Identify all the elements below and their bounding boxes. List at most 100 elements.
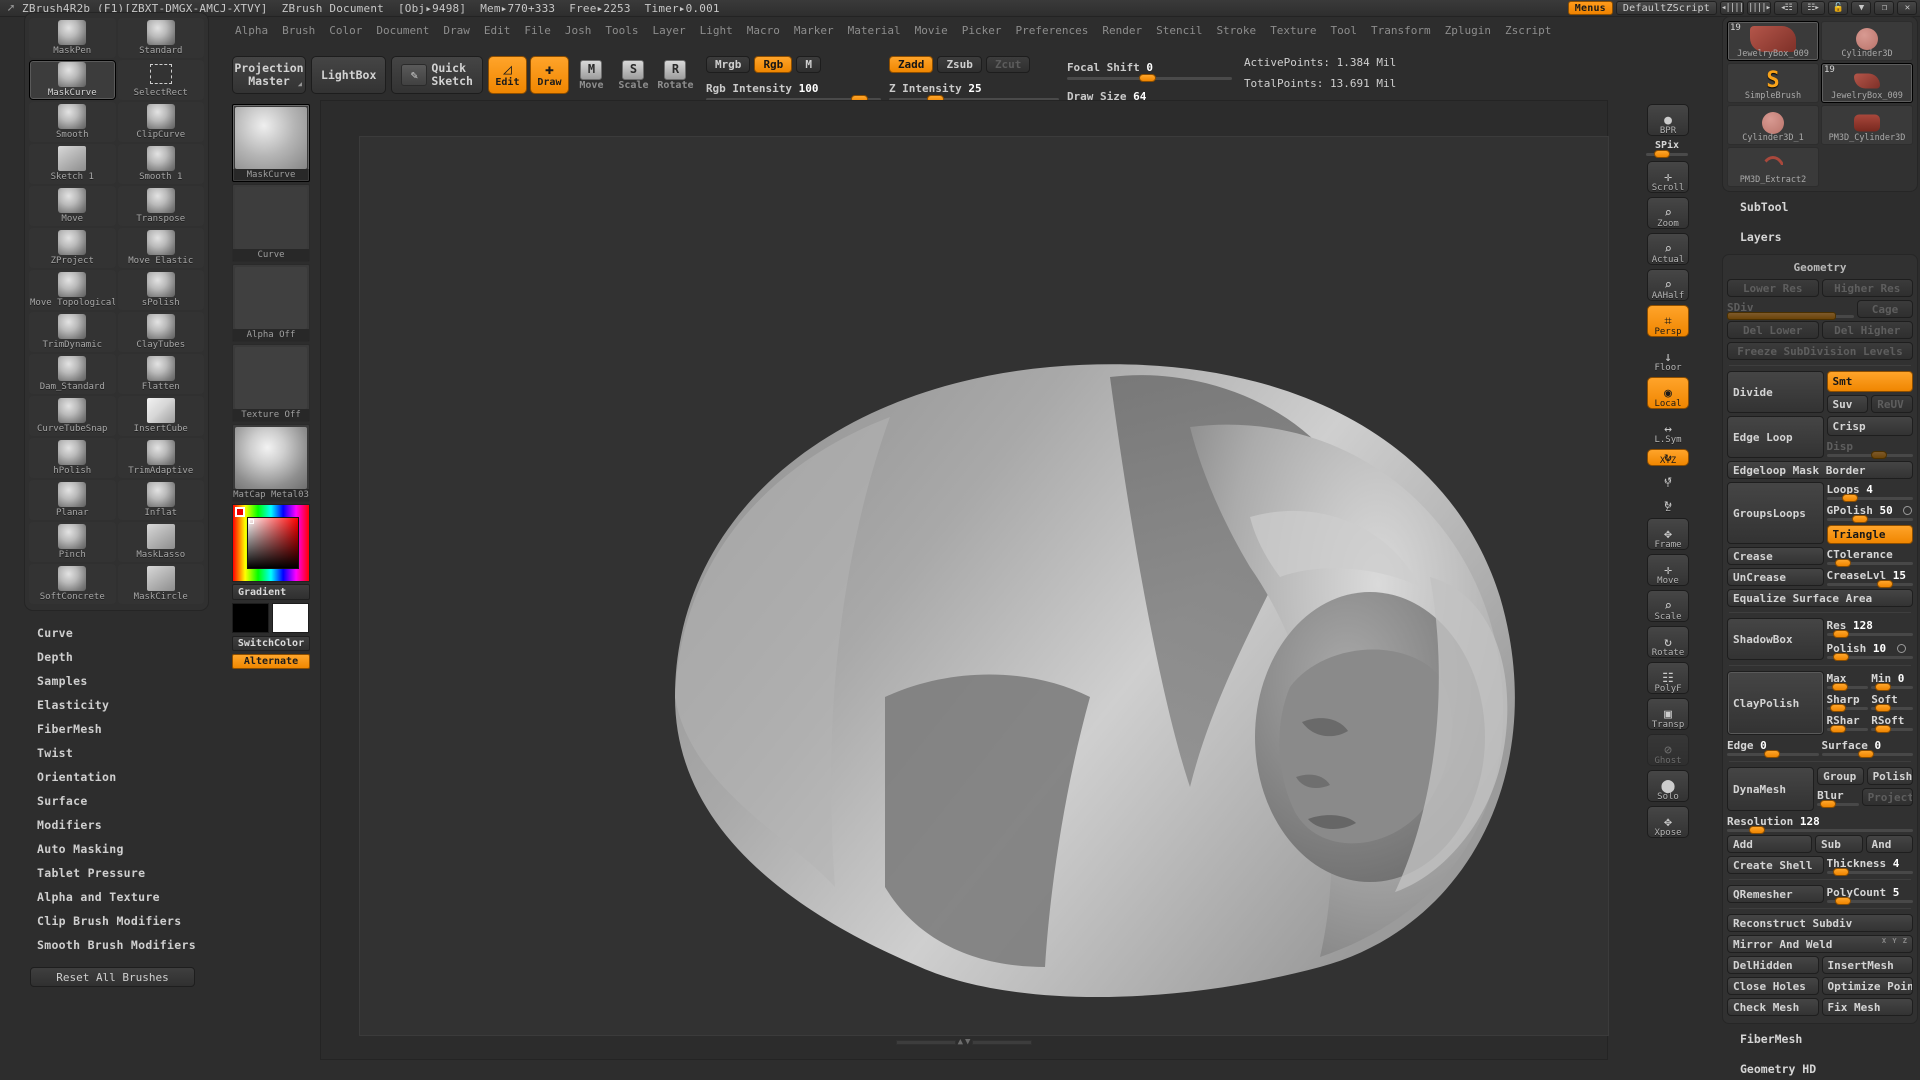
primary-color-swatch[interactable]: [232, 603, 269, 633]
vbar-item-bpr[interactable]: ● BPR: [1646, 104, 1690, 136]
disp-knob[interactable]: [1871, 451, 1888, 459]
soft-knob[interactable]: [1874, 704, 1891, 712]
loops-slider[interactable]: Loops 4: [1826, 482, 1913, 502]
creaselvl-knob[interactable]: [1876, 580, 1893, 588]
brush-menu-elasticity[interactable]: Elasticity: [29, 693, 209, 717]
menu-item-tools[interactable]: Tools: [598, 23, 645, 38]
blur-track[interactable]: [1817, 800, 1859, 808]
insertmesh-button[interactable]: InsertMesh: [1821, 956, 1913, 974]
thickness-track[interactable]: [1826, 868, 1913, 876]
menu-item-preferences[interactable]: Preferences: [1008, 23, 1095, 38]
tool-simplebrush[interactable]: S SimpleBrush: [1727, 63, 1819, 103]
brush-menu-curve[interactable]: Curve: [29, 621, 209, 645]
brush-inflat[interactable]: Inflat: [117, 480, 204, 520]
polish-slider[interactable]: Polish 10: [1826, 641, 1913, 661]
brush-smooth[interactable]: Smooth: [29, 102, 116, 142]
sub-button[interactable]: Sub: [1815, 835, 1863, 853]
section-layers[interactable]: Layers: [1722, 222, 1918, 252]
menu-item-stencil[interactable]: Stencil: [1149, 23, 1209, 38]
vbar-item-ghost[interactable]: ⊘ Ghost: [1646, 734, 1690, 766]
menu-item-document[interactable]: Document: [369, 23, 436, 38]
vbar-item-l-sym[interactable]: ↔ L.Sym: [1646, 413, 1690, 446]
menu-item-brush[interactable]: Brush: [275, 23, 322, 38]
brush-dam-standard[interactable]: Dam_Standard: [29, 354, 116, 394]
sdiv-slider[interactable]: SDiv: [1727, 300, 1854, 320]
add-button[interactable]: Add: [1727, 835, 1812, 853]
rsoft-knob[interactable]: [1874, 725, 1891, 733]
brush-maskcircle[interactable]: MaskCircle: [117, 564, 204, 604]
menu-item-layer[interactable]: Layer: [645, 23, 692, 38]
menu-item-macro[interactable]: Macro: [740, 23, 787, 38]
color-picker-inner-handle[interactable]: [249, 519, 254, 524]
canvas-bottom-nav[interactable]: ▲ ▼: [321, 1037, 1607, 1047]
section-subtool[interactable]: SubTool: [1722, 192, 1918, 222]
ctolerance-track[interactable]: [1826, 559, 1913, 567]
polish-knob[interactable]: [1833, 652, 1850, 661]
brush-standard[interactable]: Standard: [117, 18, 204, 58]
brush-spolish[interactable]: sPolish: [117, 270, 204, 310]
higher-res-button[interactable]: Higher Res: [1821, 279, 1913, 297]
project-button[interactable]: Project: [1861, 788, 1913, 806]
res-track[interactable]: [1826, 630, 1913, 638]
dynamesh-button[interactable]: DynaMesh: [1727, 767, 1815, 811]
vbar-item-move[interactable]: ✛ Move: [1646, 554, 1690, 586]
menu-item-josh[interactable]: Josh: [558, 23, 599, 38]
create-shell-button[interactable]: Create Shell: [1727, 856, 1824, 874]
brush-claytubes[interactable]: ClayTubes: [117, 312, 204, 352]
spix-slider[interactable]: SPix: [1646, 140, 1688, 158]
brush-clipcurve[interactable]: ClipCurve: [117, 102, 204, 142]
max-slider[interactable]: Max: [1826, 671, 1869, 691]
vbar-item-local[interactable]: ◉ Local: [1646, 377, 1690, 409]
brush-smooth-1[interactable]: Smooth 1: [117, 144, 204, 184]
vbar-item-rotate[interactable]: ↻ Rotate: [1646, 626, 1690, 658]
gradient-button[interactable]: Gradient: [232, 584, 310, 600]
scale-mode-button[interactable]: S Scale: [614, 56, 653, 94]
tool-cylinder3d-1[interactable]: Cylinder3D_1: [1727, 105, 1819, 145]
caret-down-icon[interactable]: ▼: [965, 1037, 970, 1047]
brush-menu-orientation[interactable]: Orientation: [29, 765, 209, 789]
brush-menu-alpha-and-texture[interactable]: Alpha and Texture: [29, 885, 209, 909]
polycount-knob[interactable]: [1835, 897, 1852, 905]
lower-res-button[interactable]: Lower Res: [1727, 279, 1819, 297]
vbar-item-actual[interactable]: ⌕ Actual: [1646, 233, 1690, 265]
brush-transpose[interactable]: Transpose: [117, 186, 204, 226]
creaselvl-slider[interactable]: CreaseLvl 15: [1826, 568, 1913, 588]
vbar-item-polyf[interactable]: ☷ PolyF: [1646, 662, 1690, 694]
zcut-button[interactable]: Zcut: [985, 56, 1031, 73]
resolution-knob[interactable]: [1749, 826, 1766, 834]
color-picker-handle[interactable]: [235, 507, 245, 517]
mirror-and-weld-button[interactable]: Mirror And Weld X Y Z: [1727, 935, 1913, 953]
and-button[interactable]: And: [1865, 835, 1913, 853]
reconstruct-subdiv-button[interactable]: Reconstruct Subdiv: [1727, 914, 1913, 932]
scroll-right-icon[interactable]: ||||▸: [1747, 1, 1771, 15]
rgb-button[interactable]: Rgb: [754, 56, 793, 73]
menu-item-texture[interactable]: Texture: [1263, 23, 1323, 38]
rsoft-track[interactable]: [1871, 725, 1913, 733]
brush-menu-depth[interactable]: Depth: [29, 645, 209, 669]
tool-pm3d-cylinder3d[interactable]: PM3D_Cylinder3D: [1821, 105, 1913, 145]
shadowbox-button[interactable]: ShadowBox: [1727, 618, 1824, 660]
rsoft-slider[interactable]: RSoft: [1871, 713, 1913, 733]
brush-planar[interactable]: Planar: [29, 480, 116, 520]
mrgb-button[interactable]: Mrgb: [705, 56, 751, 73]
viewport-canvas[interactable]: [359, 136, 1609, 1036]
resolution-track[interactable]: [1727, 826, 1913, 834]
crease-button[interactable]: Crease: [1727, 547, 1824, 565]
brush-trimdynamic[interactable]: TrimDynamic: [29, 312, 116, 352]
brush-menu-fibermesh[interactable]: FiberMesh: [29, 717, 209, 741]
del-higher-button[interactable]: Del Higher: [1821, 321, 1913, 339]
switch-color-button[interactable]: SwitchColor: [232, 636, 310, 651]
shelf-empty[interactable]: Texture Off: [232, 344, 310, 422]
vbar-item-scale[interactable]: ⌕ Scale: [1646, 590, 1690, 622]
rotate-mode-button[interactable]: R Rotate: [656, 56, 695, 94]
canvas-scroll-left[interactable]: [895, 1039, 956, 1045]
surface-slider[interactable]: Surface 0: [1821, 738, 1913, 758]
secondary-color-swatch[interactable]: [272, 603, 309, 633]
polish-button[interactable]: Polish: [1866, 767, 1913, 785]
draw-mode-button[interactable]: ✚ Draw: [529, 56, 569, 94]
vbar-item-floor[interactable]: ↓ Floor: [1646, 341, 1690, 374]
caret-up-icon[interactable]: ▲: [958, 1037, 963, 1047]
edgeloop-mask-border-button[interactable]: Edgeloop Mask Border: [1727, 461, 1913, 479]
crisp-button[interactable]: Crisp: [1826, 416, 1913, 436]
res-knob[interactable]: [1833, 630, 1850, 638]
